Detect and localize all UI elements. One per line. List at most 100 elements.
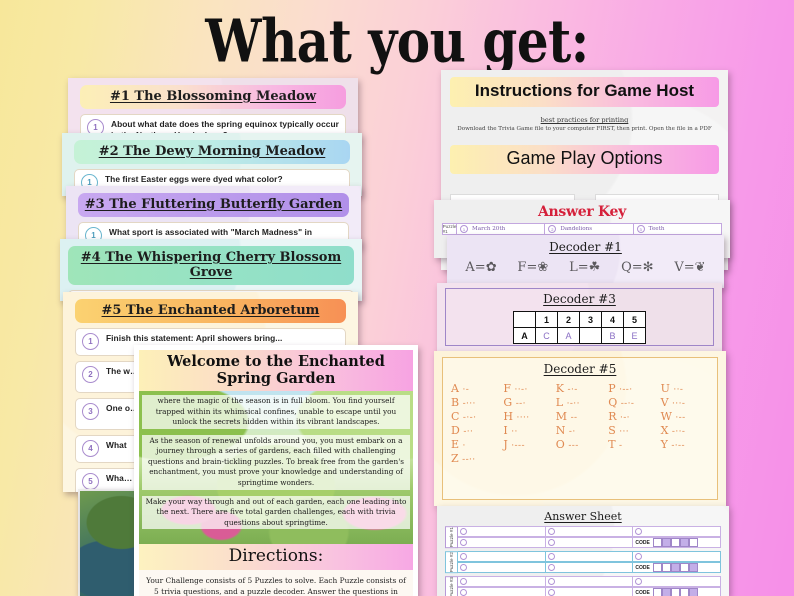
decoder-3-row: A C A B E — [513, 327, 646, 344]
answer-sheet-row-label: Puzzle #2 — [445, 551, 458, 574]
morse-code: ·· — [511, 427, 518, 437]
answer-slot[interactable] — [545, 562, 634, 574]
decoder-letter: Z — [451, 452, 463, 465]
decoder-3-row-label: A — [513, 327, 536, 344]
trivia-card-5-title: #5 The Enchanted Arboretum — [75, 299, 346, 323]
morse-code: -·- — [567, 385, 578, 395]
decoder-letter: H — [503, 410, 517, 423]
decoder-5-entry: Y -·-- — [661, 438, 709, 451]
answer-sheet-line — [458, 526, 722, 537]
decoder-letter: G — [503, 396, 516, 409]
answer-key-side-label: Puzzle #1 — [442, 223, 457, 235]
answer-sheet-block[interactable]: Puzzle #3 CODE — [445, 576, 722, 596]
trivia-card-2-title: #2 The Dewy Morning Meadow — [74, 140, 350, 164]
morse-code: ·--· — [619, 385, 633, 395]
answer-sheet-title: Answer Sheet — [544, 510, 622, 523]
answer-sheet-row-label: Puzzle #3 — [445, 576, 458, 596]
decoder-5-entry: O --- — [556, 438, 604, 451]
code-label: CODE — [635, 564, 650, 571]
code-box[interactable] — [652, 588, 662, 596]
code-box[interactable] — [661, 538, 671, 547]
code-box[interactable] — [679, 588, 689, 596]
morse-code: -·-· — [462, 413, 477, 423]
answer-sheet-line — [458, 576, 722, 588]
answer-slot[interactable] — [458, 576, 546, 588]
code-boxes[interactable] — [652, 563, 698, 573]
answer-number: 3 — [636, 225, 645, 233]
decoder-3-col-0 — [513, 311, 536, 328]
welcome-paragraph-1: where the magic of the season is in full… — [142, 395, 410, 429]
decoder-5-entry: Q --·- — [608, 396, 656, 409]
code-box[interactable] — [670, 538, 680, 547]
code-box[interactable] — [670, 588, 680, 596]
code-label: CODE — [635, 539, 650, 546]
answer-sheet[interactable]: Answer Sheet Puzzle #1 CODE Puzzle #2 CO… — [437, 506, 729, 596]
decoder-3-col-2: 2 — [557, 311, 580, 328]
code-box[interactable] — [688, 588, 698, 596]
decoder-letter: O — [555, 438, 569, 451]
code-box[interactable] — [652, 538, 662, 547]
answer-sheet-row-label: Puzzle #1 — [445, 526, 458, 549]
decoder-5-frame: Decoder #5 A ·- F ··-· K -·- P ·--· U ··- B -… — [442, 357, 718, 500]
answer-key-cell: 2 Dandelions — [545, 223, 634, 235]
morse-code: -·· — [463, 427, 474, 437]
answer-slot[interactable] — [458, 587, 546, 596]
decoder-5-entry: B -··· — [451, 396, 499, 409]
directions-heading: Directions: — [139, 544, 413, 570]
slot-marker — [460, 589, 467, 596]
decoder-letter: N — [555, 424, 569, 437]
answer-slot[interactable] — [545, 526, 634, 537]
decoder-letter: V= — [674, 260, 695, 275]
answer-slot[interactable] — [545, 587, 634, 596]
decoder-1-entries: A=✿ F=❀ L=☘ Q=✻ V=❦ — [455, 260, 716, 275]
code-boxes[interactable] — [652, 538, 698, 547]
code-box[interactable] — [679, 538, 689, 547]
answer-sheet-block[interactable]: Puzzle #1 CODE — [445, 526, 722, 549]
decoder-letter: L= — [569, 260, 589, 275]
code-box[interactable] — [670, 563, 680, 573]
code-slot[interactable]: CODE — [633, 587, 722, 596]
decoder-1-sheet[interactable]: Decoder #1 A=✿ F=❀ L=☘ Q=✻ V=❦ — [447, 235, 724, 288]
print-best-practices-link[interactable]: best practices for printing — [450, 116, 719, 124]
answer-slot[interactable] — [458, 562, 546, 574]
code-box[interactable] — [679, 563, 689, 573]
decoder-3-sheet[interactable]: Decoder #3 1 2 3 4 5 A C A B E — [437, 283, 722, 351]
code-box[interactable] — [688, 563, 698, 573]
decoder-5-entry: N -· — [556, 424, 604, 437]
answer-slot[interactable] — [458, 537, 546, 548]
answer-slot[interactable] — [545, 576, 634, 588]
answer-sheet-block[interactable]: Puzzle #2 CODE — [445, 551, 722, 574]
answer-slot[interactable] — [545, 551, 634, 563]
decoder-letter: X — [660, 424, 672, 437]
decoder-1-entry: V=❦ — [674, 260, 705, 275]
answer-text: Teeth — [648, 226, 665, 232]
slot-marker — [547, 553, 555, 561]
question-number: 1 — [82, 333, 99, 350]
answer-slot[interactable] — [633, 526, 722, 537]
decoder-5-sheet[interactable]: Decoder #5 A ·- F ··-· K -·- P ·--· U ··- B -… — [434, 351, 726, 506]
decoder-1-entry: A=✿ — [465, 260, 496, 275]
morse-code: ·- — [462, 385, 470, 395]
code-box[interactable] — [661, 563, 671, 573]
answer-slot[interactable] — [633, 551, 722, 563]
decoder-1-title: Decoder #1 — [549, 240, 622, 254]
decoder-letter: M — [555, 410, 571, 423]
code-box[interactable] — [661, 588, 671, 596]
answer-key-cell: 1 March 20th — [457, 223, 546, 235]
code-boxes[interactable] — [652, 588, 698, 596]
slot-marker — [547, 578, 555, 586]
code-box[interactable] — [652, 563, 662, 573]
welcome-card[interactable]: Welcome to the Enchanted Spring Garden w… — [134, 345, 418, 596]
answer-slot[interactable] — [545, 537, 634, 548]
morse-code: ·--- — [511, 441, 525, 451]
decoder-3-table: 1 2 3 4 5 A C A B E — [513, 311, 646, 344]
answer-slot[interactable] — [458, 551, 546, 563]
code-slot[interactable]: CODE — [633, 562, 722, 574]
slot-marker — [460, 553, 467, 561]
code-slot[interactable]: CODE — [633, 537, 722, 548]
answer-slot[interactable] — [458, 526, 546, 537]
code-box[interactable] — [688, 538, 698, 547]
morse-code: --· — [515, 399, 526, 409]
decoder-5-entry: D -·· — [451, 424, 499, 437]
answer-slot[interactable] — [633, 576, 722, 588]
